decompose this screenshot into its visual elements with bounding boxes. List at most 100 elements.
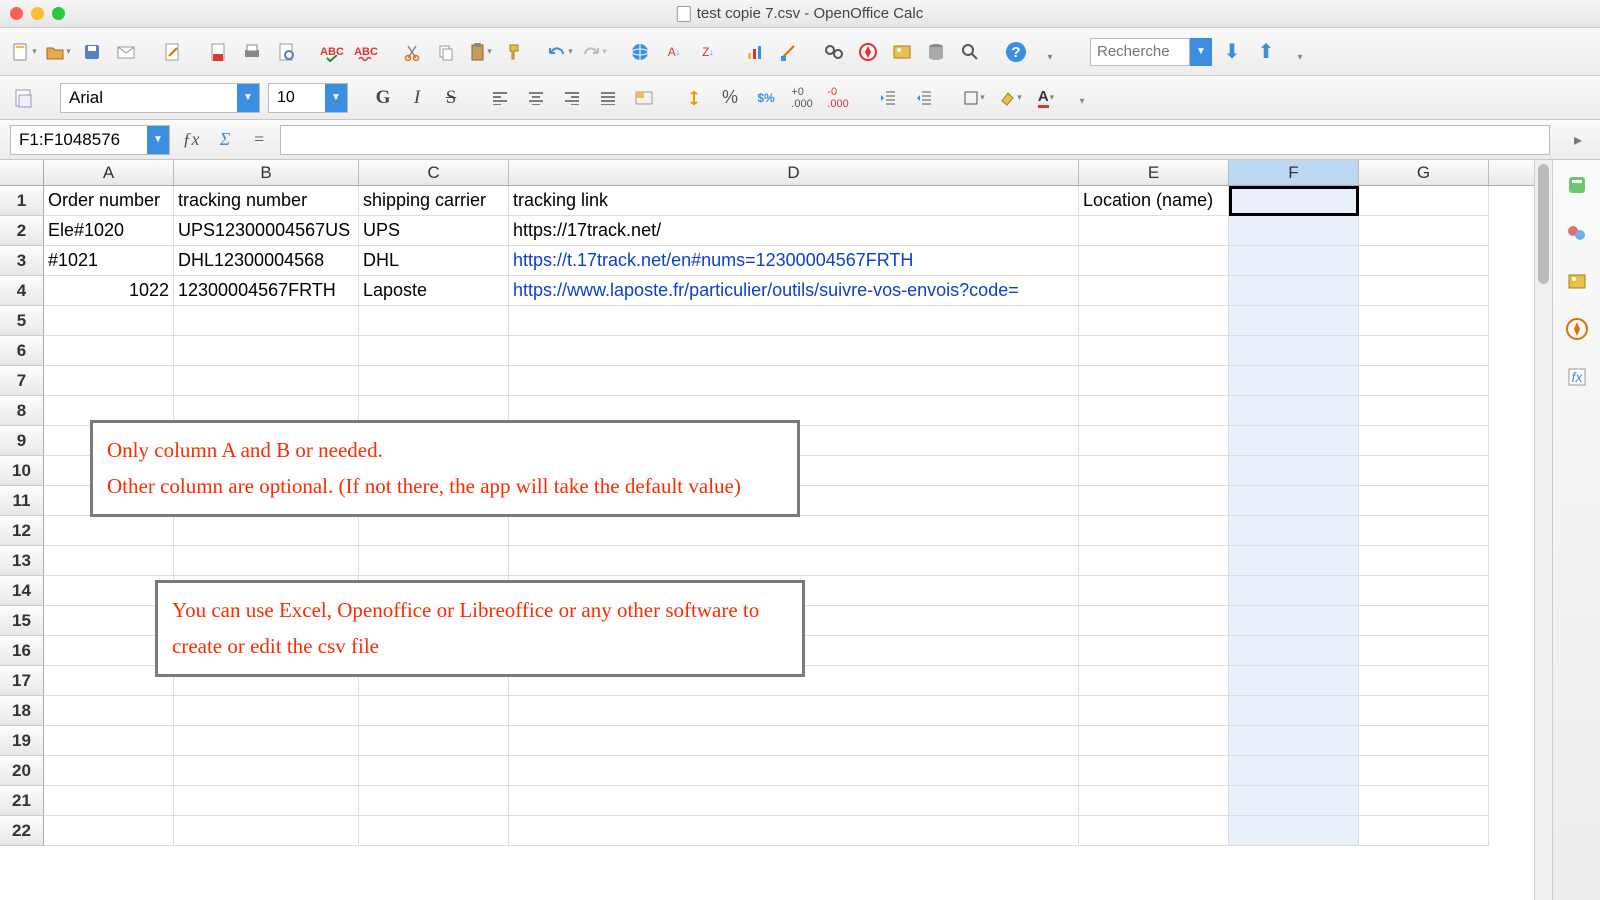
cell-B19[interactable] [174, 726, 359, 756]
align-right-button[interactable] [558, 84, 586, 112]
find-replace-button[interactable] [820, 38, 848, 66]
align-justify-button[interactable] [594, 84, 622, 112]
cell-G1[interactable] [1359, 186, 1489, 216]
cell-E20[interactable] [1079, 756, 1229, 786]
cell-G10[interactable] [1359, 456, 1489, 486]
row-header[interactable]: 15 [0, 606, 44, 636]
close-window-button[interactable] [10, 7, 23, 20]
cell-F14[interactable] [1229, 576, 1359, 606]
cell-E15[interactable] [1079, 606, 1229, 636]
cell-E3[interactable] [1079, 246, 1229, 276]
navigator-button[interactable] [854, 38, 882, 66]
cell-G4[interactable] [1359, 276, 1489, 306]
font-name-select[interactable]: Arial ▼ [60, 83, 260, 113]
cell-E19[interactable] [1079, 726, 1229, 756]
properties-panel-button[interactable] [1562, 170, 1592, 200]
functions-panel-button[interactable]: fx [1562, 362, 1592, 392]
cell-E21[interactable] [1079, 786, 1229, 816]
navigator-panel-button[interactable] [1562, 314, 1592, 344]
cell-B21[interactable] [174, 786, 359, 816]
cell-E7[interactable] [1079, 366, 1229, 396]
gallery-button[interactable] [888, 38, 916, 66]
select-all-corner[interactable] [0, 160, 44, 185]
redo-button[interactable]: ▾ [580, 38, 608, 66]
increase-indent-button[interactable] [910, 84, 938, 112]
cell-E17[interactable] [1079, 666, 1229, 696]
cell-E10[interactable] [1079, 456, 1229, 486]
cell-C4[interactable]: Laposte [359, 276, 509, 306]
cell-C5[interactable] [359, 306, 509, 336]
row-header[interactable]: 17 [0, 666, 44, 696]
cell-F6[interactable] [1229, 336, 1359, 366]
cell-G18[interactable] [1359, 696, 1489, 726]
row-header[interactable]: 19 [0, 726, 44, 756]
cell-A5[interactable] [44, 306, 174, 336]
bold-button[interactable]: G [370, 85, 396, 111]
row-header[interactable]: 1 [0, 186, 44, 216]
row-header[interactable]: 20 [0, 756, 44, 786]
cell-A21[interactable] [44, 786, 174, 816]
cell-D1[interactable]: tracking link [509, 186, 1079, 216]
paste-button[interactable]: ▾ [466, 38, 494, 66]
cell-D22[interactable] [509, 816, 1079, 846]
cell-G13[interactable] [1359, 546, 1489, 576]
cell-A13[interactable] [44, 546, 174, 576]
cell-C18[interactable] [359, 696, 509, 726]
cell-F9[interactable] [1229, 426, 1359, 456]
name-box-dropdown-icon[interactable]: ▼ [147, 126, 169, 154]
cell-D2[interactable]: https://17track.net/ [509, 216, 1079, 246]
cell-G2[interactable] [1359, 216, 1489, 246]
column-header-C[interactable]: C [359, 160, 509, 185]
cell-D6[interactable] [509, 336, 1079, 366]
cell-A2[interactable]: Ele#1020 [44, 216, 174, 246]
cell-F4[interactable] [1229, 276, 1359, 306]
sum-button[interactable]: Σ [212, 127, 238, 153]
underline-button[interactable]: S [438, 85, 464, 111]
cell-E8[interactable] [1079, 396, 1229, 426]
cell-F13[interactable] [1229, 546, 1359, 576]
cell-F20[interactable] [1229, 756, 1359, 786]
cell-F3[interactable] [1229, 246, 1359, 276]
cell-G11[interactable] [1359, 486, 1489, 516]
cell-E2[interactable] [1079, 216, 1229, 246]
cell-B13[interactable] [174, 546, 359, 576]
cell-F1[interactable] [1229, 186, 1359, 216]
email-button[interactable] [112, 38, 140, 66]
cell-A3[interactable]: #1021 [44, 246, 174, 276]
show-draw-functions-button[interactable] [774, 38, 802, 66]
decrease-indent-button[interactable] [874, 84, 902, 112]
gallery-panel-button[interactable] [1562, 266, 1592, 296]
zoom-button[interactable] [956, 38, 984, 66]
cell-C6[interactable] [359, 336, 509, 366]
hyperlink-button[interactable] [626, 38, 654, 66]
cell-D3[interactable]: https://t.17track.net/en#nums=1230000456… [509, 246, 1079, 276]
search-up-button[interactable]: ⬆ [1252, 38, 1280, 66]
cell-D4[interactable]: https://www.laposte.fr/particulier/outil… [509, 276, 1079, 306]
percent-button[interactable]: % [716, 84, 744, 112]
sort-desc-button[interactable]: Z↓ [694, 38, 722, 66]
cell-B20[interactable] [174, 756, 359, 786]
cell-B22[interactable] [174, 816, 359, 846]
cell-F10[interactable] [1229, 456, 1359, 486]
row-header[interactable]: 13 [0, 546, 44, 576]
cell-E18[interactable] [1079, 696, 1229, 726]
number-format-button[interactable]: $% [752, 84, 780, 112]
cell-G3[interactable] [1359, 246, 1489, 276]
toolbar2-overflow[interactable]: ▾ [1286, 43, 1314, 71]
column-header-E[interactable]: E [1079, 160, 1229, 185]
cell-A18[interactable] [44, 696, 174, 726]
cell-B1[interactable]: tracking number [174, 186, 359, 216]
cell-A19[interactable] [44, 726, 174, 756]
cut-button[interactable] [398, 38, 426, 66]
copy-button[interactable] [432, 38, 460, 66]
cell-G9[interactable] [1359, 426, 1489, 456]
row-header[interactable]: 3 [0, 246, 44, 276]
cell-F22[interactable] [1229, 816, 1359, 846]
datasources-button[interactable] [922, 38, 950, 66]
row-header[interactable]: 5 [0, 306, 44, 336]
cell-E13[interactable] [1079, 546, 1229, 576]
cell-G20[interactable] [1359, 756, 1489, 786]
cell-B12[interactable] [174, 516, 359, 546]
row-header[interactable]: 14 [0, 576, 44, 606]
new-doc-button[interactable]: ▾ [10, 38, 38, 66]
